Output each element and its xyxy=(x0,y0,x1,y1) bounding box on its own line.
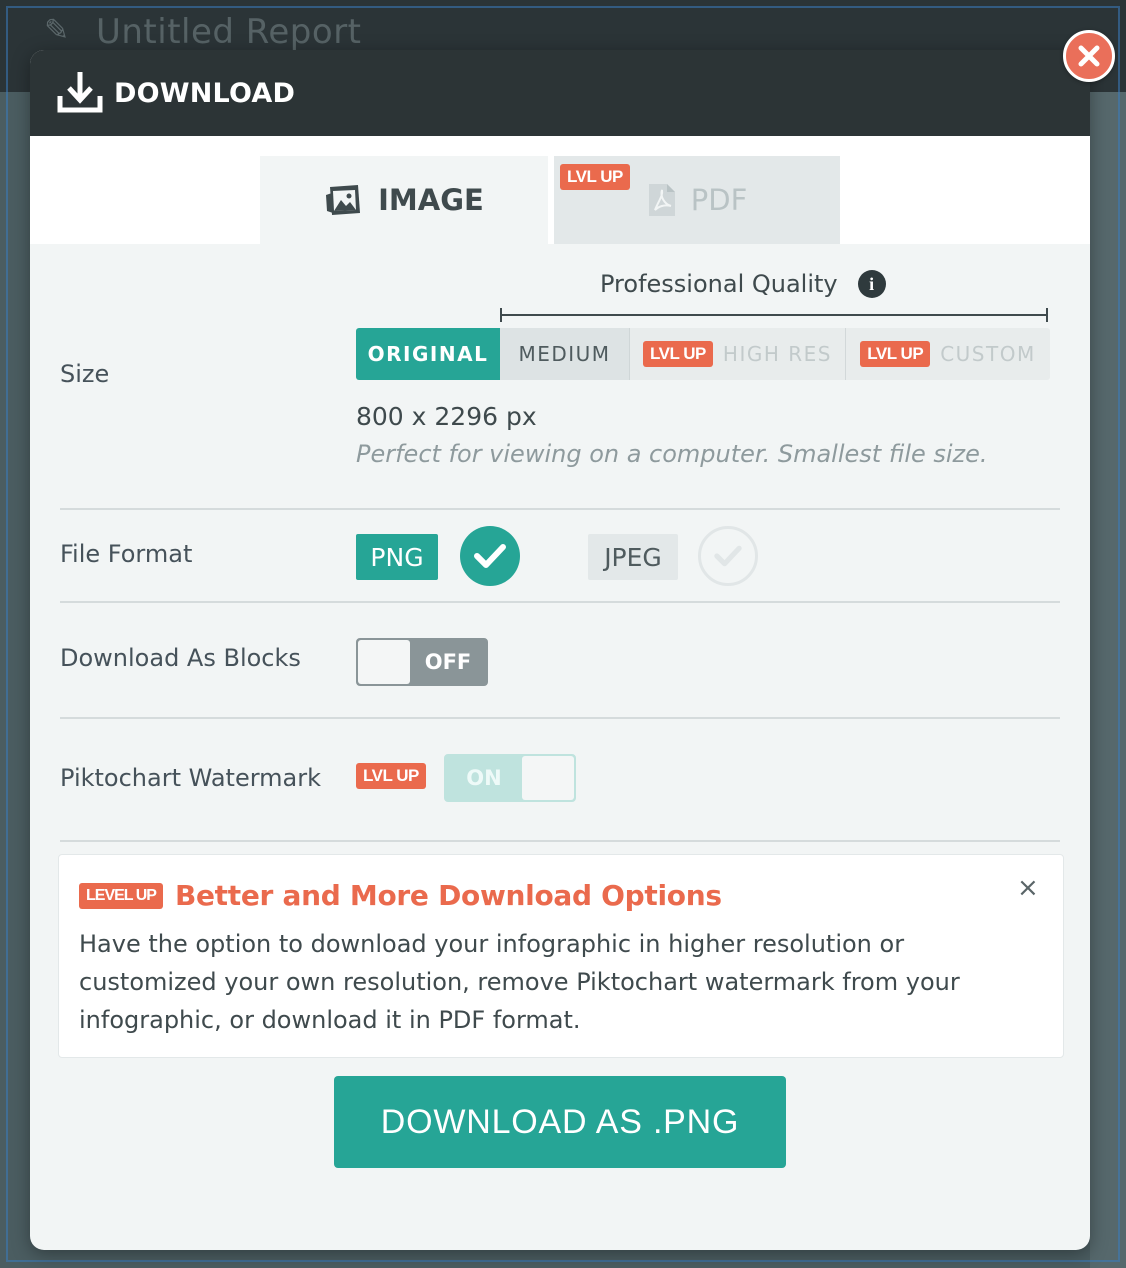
toggle-state: ON xyxy=(466,766,502,790)
size-custom-button[interactable]: LVL UP CUSTOM xyxy=(846,328,1050,380)
checkmark-icon xyxy=(714,545,742,567)
pdf-icon xyxy=(648,184,675,216)
download-button-label: DOWNLOAD AS .PNG xyxy=(380,1102,740,1141)
dialog-title: DOWNLOAD xyxy=(114,77,296,109)
divider xyxy=(60,840,1060,842)
upsell-notice: LEVEL UP Better and More Download Option… xyxy=(58,854,1064,1058)
tab-image[interactable]: IMAGE xyxy=(260,156,548,244)
divider xyxy=(60,508,1060,510)
size-original-button[interactable]: ORIGINAL xyxy=(356,328,500,380)
tab-image-label: IMAGE xyxy=(378,183,484,217)
level-up-badge: LEVEL UP xyxy=(79,882,163,909)
watermark-label: Piktochart Watermark xyxy=(60,764,321,792)
lvl-up-badge: LVL UP xyxy=(860,341,931,367)
checkmark-icon xyxy=(474,544,506,568)
download-as-blocks-label: Download As Blocks xyxy=(60,644,301,672)
watermark-toggle[interactable]: ON xyxy=(444,754,576,802)
png-check-icon[interactable] xyxy=(460,526,520,586)
download-icon xyxy=(57,72,103,113)
editor-panel xyxy=(1090,92,1126,1268)
close-dialog-button[interactable] xyxy=(1063,30,1115,82)
size-original-label: ORIGINAL xyxy=(367,342,489,366)
upsell-header: LEVEL UP Better and More Download Option… xyxy=(79,879,722,912)
size-dimensions: 800 x 2296 px xyxy=(356,402,537,431)
tab-pdf[interactable]: LVL UP PDF xyxy=(554,156,840,244)
format-png-button[interactable]: PNG xyxy=(356,534,438,580)
download-as-blocks-toggle[interactable]: OFF xyxy=(356,638,488,686)
toggle-state: OFF xyxy=(424,650,472,674)
download-button[interactable]: DOWNLOAD AS .PNG xyxy=(334,1076,786,1168)
size-description: Perfect for viewing on a computer. Small… xyxy=(356,440,988,468)
lvl-up-badge: LVL UP xyxy=(643,341,713,367)
size-medium-button[interactable]: MEDIUM xyxy=(500,328,630,380)
size-high-res-button[interactable]: LVL UP HIGH RES xyxy=(630,328,846,380)
lvl-up-badge: LVL UP xyxy=(356,763,426,789)
dialog-header: DOWNLOAD xyxy=(30,50,1090,136)
upsell-title: Better and More Download Options xyxy=(174,879,722,912)
upsell-close-icon[interactable]: × xyxy=(1017,873,1039,903)
format-jpeg-button[interactable]: JPEG xyxy=(588,534,678,580)
professional-quality-bracket xyxy=(500,308,1048,322)
size-high-res-label: HIGH RES xyxy=(722,342,832,366)
divider xyxy=(60,601,1060,603)
info-icon[interactable]: i xyxy=(857,270,886,298)
download-dialog: DOWNLOAD IMAGE LVL UP PDF Size Professio… xyxy=(30,50,1090,1250)
tab-bar: IMAGE LVL UP PDF xyxy=(30,136,1090,244)
document-title: Untitled Report xyxy=(96,12,362,52)
lvl-up-badge: LVL UP xyxy=(560,164,630,190)
size-selector: ORIGINAL MEDIUM LVL UP HIGH RES LVL UP C… xyxy=(356,328,1050,380)
pencil-icon: ✎ xyxy=(44,13,70,48)
format-png-label: PNG xyxy=(370,542,424,572)
tab-pdf-label: PDF xyxy=(690,183,748,217)
jpeg-check-icon[interactable] xyxy=(698,526,758,586)
toggle-knob xyxy=(358,640,410,684)
upsell-body: Have the option to download your infogra… xyxy=(79,930,960,1034)
professional-quality-text: Professional Quality xyxy=(600,270,838,298)
image-icon xyxy=(326,185,361,215)
professional-quality-label: Professional Quality i xyxy=(600,270,886,298)
format-jpeg-label: JPEG xyxy=(604,542,662,572)
size-custom-label: CUSTOM xyxy=(940,342,1036,366)
size-medium-label: MEDIUM xyxy=(518,342,611,366)
close-icon xyxy=(1078,45,1100,67)
file-format-label: File Format xyxy=(60,540,193,568)
size-label: Size xyxy=(60,360,110,388)
divider xyxy=(60,717,1060,719)
toggle-knob xyxy=(522,756,574,800)
